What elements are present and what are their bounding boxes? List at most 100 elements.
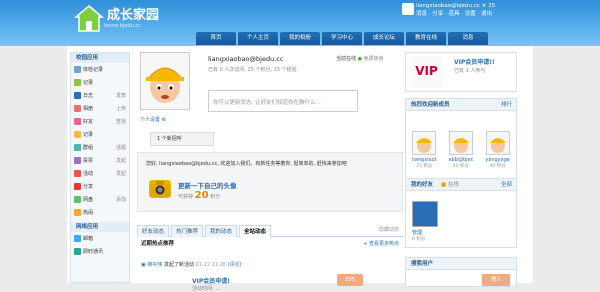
nav-home[interactable]: 首页: [196, 32, 236, 45]
hide-feed-link[interactable]: 隐藏动态: [379, 226, 399, 233]
sidebar-item-label: 群组: [83, 145, 94, 151]
nav-messages[interactable]: 消息: [448, 32, 488, 45]
mail-icon: [74, 235, 81, 242]
avatar[interactable]: [448, 131, 473, 155]
tab-hot[interactable]: 热门推荐: [171, 225, 204, 237]
sidebar-item-action[interactable]: 发表: [116, 92, 126, 99]
search-header: 搜索用户: [406, 258, 516, 270]
user-email[interactable]: liangxiaobao@bjedu.cc: [416, 3, 480, 9]
user-links[interactable]: 消息 · 分享 · 道具 · 设置 · 退出: [416, 11, 492, 17]
feed-icon: ▣: [141, 262, 146, 268]
left-sidebar: 校园应用 体检记录 记录 日志 发表 相册 上传 好友 查找 记录 群组 话题 投票 发起…: [70, 52, 130, 283]
avatar[interactable]: [485, 131, 510, 155]
avatar[interactable]: [402, 3, 414, 15]
nav-study[interactable]: 学习中心: [322, 32, 362, 45]
sidebar-item-hot[interactable]: 热闹: [71, 206, 129, 219]
app-icon: [74, 144, 81, 151]
status-input[interactable]: 你可以更新状态, 让好友们知道你在做什么...: [208, 90, 358, 112]
sidebar-item-event[interactable]: 活动 发起: [71, 167, 129, 180]
ranking-link[interactable]: 排行: [501, 99, 512, 111]
sidebar-item-action[interactable]: 发起: [116, 157, 126, 164]
sidebar-item-action[interactable]: 话题: [116, 144, 126, 151]
feed-item-meta: 活动时间: ...: [192, 286, 221, 292]
sidebar-item-group[interactable]: 群组 话题: [71, 141, 129, 154]
online-status: 当前在线 ● 免费转身: [336, 55, 384, 62]
avatar[interactable]: [412, 131, 437, 155]
vip-title-link[interactable]: VIP会员申请!!: [454, 57, 495, 66]
greeting-label: 个新招呼: [161, 136, 182, 142]
sidebar-item-poll[interactable]: 投票 发起: [71, 154, 129, 167]
sidebar-item-blog[interactable]: 日志 发表: [71, 89, 129, 102]
friends-online-filter[interactable]: ■ 在线: [441, 182, 459, 188]
sidebar-item-album[interactable]: 相册 上传: [71, 102, 129, 115]
sidebar-item-im[interactable]: 即时通讯: [71, 245, 129, 258]
house-icon: [73, 4, 105, 34]
avatar[interactable]: [140, 52, 190, 110]
feed-user-link[interactable]: 柳中伟: [147, 262, 162, 268]
member-card[interactable]: liangxiaot 25 积分: [409, 131, 439, 169]
nav-education[interactable]: 教育在线: [406, 32, 446, 45]
feed-tabs: 好友动态 热门推荐 我的动态 全站动态 隐藏动态: [137, 224, 403, 237]
feed-action: 发起了新活动: [163, 262, 194, 268]
sidebar-item-label: 即时通讯: [83, 249, 104, 255]
friend-name[interactable]: 管理: [412, 229, 422, 236]
sidebar-item-record2[interactable]: 记录: [71, 128, 129, 141]
feed-item-link[interactable]: VIP会员申请!: [192, 278, 230, 285]
online-icon: ●: [357, 56, 362, 62]
app-icon: [74, 196, 81, 203]
app-icon: [74, 105, 81, 112]
app-icon: [74, 118, 81, 125]
tab-site-feed[interactable]: 全站动态: [239, 225, 272, 237]
sidebar-item-disk[interactable]: 网盘 添加: [71, 193, 129, 206]
site-logo[interactable]: 成长家园 home.bjedu.cc: [73, 4, 159, 34]
sidebar-item-action[interactable]: 上传: [116, 105, 126, 112]
online-sub-link[interactable]: 免费转身: [364, 56, 384, 62]
top-header: 成长家园 home.bjedu.cc liangxiaobao@bjedu.cc…: [0, 0, 600, 46]
sidebar-item-action[interactable]: 查找: [116, 118, 126, 125]
hot-section-header: 近期热点推荐 + 查看更多热点: [137, 239, 403, 249]
sidebar-item-share[interactable]: 分享: [71, 180, 129, 193]
profile-stats: 已有 0 人次访问, 25 个积分, 15 个经验: [208, 67, 297, 73]
user-top-panel: liangxiaobao@bjedu.cc ★ 25 消息 · 分享 · 道具 …: [402, 2, 495, 18]
all-friends-link[interactable]: 全部: [501, 179, 512, 191]
more-hot-link[interactable]: + 查看更多热点: [363, 239, 399, 249]
tab-friends-feed[interactable]: 好友动态: [137, 225, 170, 237]
sidebar-item-friends[interactable]: 好友 查找: [71, 115, 129, 128]
chat-icon: [74, 248, 81, 255]
tab-my-feed[interactable]: 我的动态: [205, 225, 238, 237]
feed-item-title[interactable]: VIP会员申请! 活动时间: ...: [192, 276, 230, 292]
update-reward: 可获得 20 积分: [178, 190, 220, 201]
member-points: 40 积分: [452, 164, 470, 169]
sidebar-item-mail[interactable]: 邮箱: [71, 232, 129, 245]
profile-name: liangxiaobao@bjedu.cc: [208, 55, 284, 63]
update-avatar-task[interactable]: 更新一下自己的头像: [178, 180, 237, 190]
search-button[interactable]: 搜人: [482, 274, 510, 286]
sidebar-item-action[interactable]: 发起: [116, 170, 126, 177]
nav-forum[interactable]: 成长论坛: [364, 32, 404, 45]
member-card[interactable]: yangyage 40 积分: [483, 131, 513, 169]
hot-section-title: 近期热点推荐: [141, 241, 175, 247]
nav-album[interactable]: 我的相册: [280, 32, 320, 45]
vip-logo[interactable]: VIP: [410, 56, 443, 88]
vip-participants: 已有 1 人参与: [454, 68, 486, 74]
greeting-count: 1: [157, 136, 161, 142]
settings-link[interactable]: 个人设置 ⚙: [140, 116, 166, 123]
app-icon: [74, 157, 81, 164]
camera-icon: [149, 180, 171, 198]
sidebar-item-health[interactable]: 体检记录: [71, 63, 129, 76]
nav-profile[interactable]: 个人主页: [238, 32, 278, 45]
reward-label: 可获得: [178, 194, 194, 200]
member-card[interactable]: ebb@bjec 40 积分: [446, 131, 476, 169]
sidebar-item-label: 记录: [83, 80, 94, 86]
sidebar-item-record[interactable]: 记录: [71, 76, 129, 89]
avatar[interactable]: [412, 201, 438, 227]
member-list: liangxiaot 25 积分 ebb@bjec 40 积分 yangyage…: [406, 111, 516, 169]
feed-comment-link[interactable]: (评论): [228, 262, 242, 268]
app-icon: [74, 66, 81, 73]
sidebar-item-action[interactable]: 添加: [116, 196, 126, 203]
new-greeting-button[interactable]: 1 个新招呼: [150, 132, 214, 146]
star-icon: ★: [481, 3, 487, 9]
app-icon: [74, 79, 81, 86]
user-icon: ■: [440, 182, 447, 188]
vip-promo-box: VIP VIP会员申请!! 已有 1 人参与: [405, 52, 517, 92]
